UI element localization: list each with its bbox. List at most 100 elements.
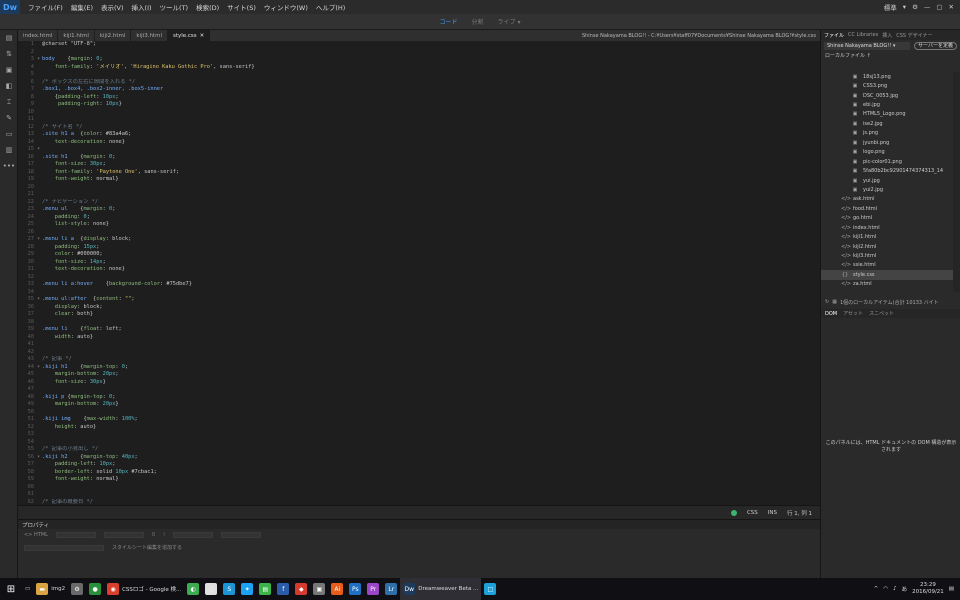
file-item[interactable]: </> food.html (821, 204, 953, 213)
more-icon[interactable]: ••• (0, 158, 18, 174)
task-view-icon[interactable]: ▭ (22, 578, 33, 600)
taskbar-app[interactable]: ▤ (256, 578, 274, 600)
taskbar-app[interactable]: ◌ (202, 578, 220, 600)
inspect-icon[interactable]: ◧ (0, 78, 18, 94)
maximize-button[interactable]: ▢ (936, 3, 942, 11)
title-field[interactable] (220, 532, 261, 538)
format-source-icon[interactable]: ✎ (0, 110, 18, 126)
menu-item[interactable]: 編集(E) (67, 2, 97, 12)
taskbar-app[interactable]: ◆ (292, 578, 310, 600)
volume-icon[interactable]: ♪ (893, 586, 897, 592)
taskbar-app[interactable]: Ps (346, 578, 364, 600)
site-dropdown[interactable]: Shinse Nakayama BLOG!! ▾ (824, 41, 911, 50)
taskbar-app[interactable]: S (220, 578, 238, 600)
code-view-button[interactable]: コード (440, 17, 458, 26)
close-button[interactable]: ✕ (949, 3, 954, 11)
file-item[interactable]: ▣ yui.jpg (821, 176, 953, 185)
split-view-button[interactable]: 分割 (472, 17, 484, 26)
taskbar-app[interactable]: f (274, 578, 292, 600)
format-field[interactable] (55, 532, 96, 538)
file-item[interactable]: ▣ jyunbi.png (821, 138, 953, 147)
file-item[interactable]: ▣ yui2.jpg (821, 185, 953, 194)
document-tab[interactable]: kiji1.html (58, 30, 95, 41)
class-field[interactable] (103, 532, 144, 538)
code-editor[interactable]: 1 @charset "UTF-8"; 2 3 ▾ body {margin: 0; 4 f… (18, 41, 820, 505)
document-tab[interactable]: index.html (18, 30, 59, 41)
right-panel-tab[interactable]: CSS デザイナー (896, 32, 932, 39)
right-panel-tab[interactable]: 挿入 (882, 32, 892, 39)
file-item[interactable]: ▣ logo.png (821, 148, 953, 157)
right-panel-tab[interactable]: ファイル (824, 32, 844, 39)
taskbar-app[interactable]: ◉ CSSロゴ - Google 検... (104, 578, 184, 600)
file-item[interactable]: </> kiji2.html (821, 242, 953, 251)
minimize-button[interactable]: — (924, 3, 931, 11)
windows-start-icon[interactable]: ⊞ (0, 578, 22, 600)
menu-item[interactable]: 表示(V) (97, 2, 128, 12)
define-server-button[interactable]: サーバーを定義 (914, 41, 957, 50)
taskbar-app[interactable]: ◐ (184, 578, 202, 600)
workspace-switcher[interactable]: 標準 (884, 2, 897, 12)
network-icon[interactable]: ◠ (883, 586, 888, 592)
menu-item[interactable]: 検索(D) (192, 2, 223, 12)
taskbar-app[interactable]: ✦ (238, 578, 256, 600)
menu-item[interactable]: ファイル(F) (24, 2, 67, 12)
taskbar-app[interactable]: Lr (382, 578, 400, 600)
menu-item[interactable]: サイト(S) (223, 2, 260, 12)
document-tab[interactable]: kiji3.html (131, 30, 168, 41)
close-tab-icon[interactable]: ✕ (200, 33, 205, 39)
file-item[interactable]: </> za.html (821, 280, 953, 289)
taskbar-app[interactable]: ▬ img2 (33, 578, 68, 600)
file-item[interactable]: </> kiji1.html (821, 232, 953, 241)
file-item[interactable]: {} style.css (821, 270, 953, 280)
wrap-tag-icon[interactable]: ⌶ (0, 94, 18, 110)
taskbar-app[interactable]: ⚙ (68, 578, 86, 600)
html-tag-label[interactable]: <> HTML (24, 532, 48, 538)
file-item[interactable]: ▣ DSC_0053.jpg (821, 91, 953, 100)
taskbar-app[interactable]: Ai (328, 578, 346, 600)
log-icon[interactable]: ▦ (832, 299, 837, 305)
file-item[interactable]: ▣ 18sj13.png (821, 72, 953, 81)
live-view-button[interactable]: ライブ ▾ (498, 17, 521, 26)
document-tab[interactable]: style.css ✕ (167, 30, 211, 41)
menu-item[interactable]: ツール(T) (156, 2, 193, 12)
file-item[interactable]: </> ssie.html (821, 261, 953, 270)
dom-panel-tab[interactable]: スニペット (869, 310, 894, 317)
file-item[interactable]: </> kiji3.html (821, 251, 953, 260)
italic-icon[interactable]: I (163, 532, 164, 538)
notifications-icon[interactable]: ▤ (949, 586, 954, 592)
menu-item[interactable]: ウィンドウ(W) (260, 2, 312, 12)
file-item[interactable]: ▣ HTML5_Logo.png (821, 110, 953, 119)
live-code-icon[interactable]: ▣ (0, 62, 18, 78)
refresh-icon[interactable]: ↻ (825, 299, 829, 305)
dom-panel-tab[interactable]: DOM (825, 311, 837, 317)
menu-item[interactable]: 挿入(I) (128, 2, 156, 12)
file-item[interactable]: ▣ pic-color01.png (821, 157, 953, 166)
link-field[interactable] (172, 532, 213, 538)
insert-mode[interactable]: INS (768, 510, 777, 516)
document-tab[interactable]: kiji2.html (95, 30, 132, 41)
taskbar-app[interactable]: ● (86, 578, 104, 600)
page-props-hint[interactable]: スタイルシート編集を追加する (112, 544, 182, 551)
taskbar-app[interactable]: □ (481, 578, 499, 600)
tray-chevron-icon[interactable]: ^ (874, 586, 879, 592)
file-item[interactable]: </> index.html (821, 223, 953, 232)
file-item[interactable]: ▣ 5fa80b2bc92901474374313_14 (821, 166, 953, 175)
open-documents-icon[interactable]: ▤ (0, 30, 18, 46)
id-field[interactable] (24, 544, 104, 551)
chevron-down-icon[interactable]: ▾ (903, 3, 906, 11)
file-management-icon[interactable]: ⇅ (0, 46, 18, 62)
ime-icon[interactable]: あ (902, 585, 908, 593)
gear-icon[interactable]: ⚙ (912, 3, 918, 11)
indent-icon[interactable]: ▥ (0, 142, 18, 158)
clock[interactable]: 23:29 2016/09/21 (912, 582, 944, 596)
file-item[interactable]: ▣ CSS3.png (821, 81, 953, 90)
file-item[interactable]: ▣ ise2.jpg (821, 119, 953, 128)
document-type-select[interactable]: CSS (747, 510, 758, 516)
right-panel-tab[interactable]: CC Libraries (848, 32, 878, 38)
taskbar-app[interactable]: Dw Dreamweaver Beta ... (400, 578, 482, 600)
bold-icon[interactable]: B (152, 532, 155, 538)
menu-item[interactable]: ヘルプ(H) (312, 2, 349, 12)
local-files-header[interactable]: ローカルファイル ↑ (821, 51, 960, 60)
comment-icon[interactable]: ▭ (0, 126, 18, 142)
dom-panel-tab[interactable]: アセット (843, 310, 863, 317)
